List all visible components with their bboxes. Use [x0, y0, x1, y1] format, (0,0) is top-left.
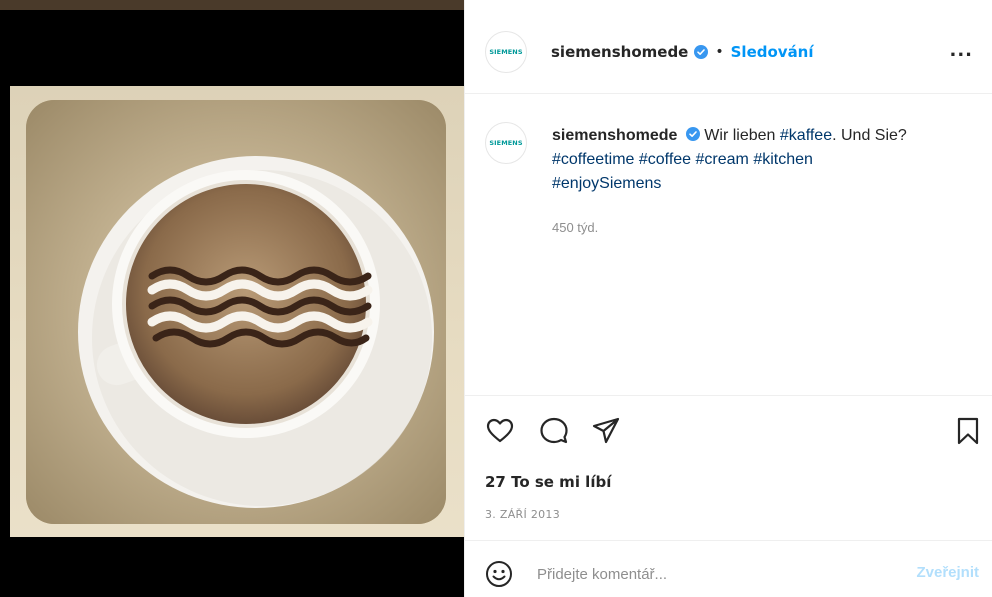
coffee-cup-illustration: [26, 100, 446, 524]
hashtag-link[interactable]: #coffeetime: [552, 151, 634, 168]
avatar-logo-text: SIEMENS: [489, 139, 523, 147]
author-avatar[interactable]: SIEMENS: [485, 30, 527, 73]
hashtag-link[interactable]: #kaffee: [780, 127, 832, 144]
caption-body-text: . Und Sie?: [832, 127, 907, 144]
like-heart-icon[interactable]: [485, 416, 515, 446]
separator-dot: •: [715, 43, 724, 60]
post-details-panel: SIEMENS siemenshomede • Sledování ... SI…: [464, 0, 992, 597]
hashtag-link[interactable]: #coffee: [639, 151, 691, 168]
author-username[interactable]: siemenshomede: [551, 43, 688, 61]
action-bar: [465, 395, 992, 469]
likes-count[interactable]: 27 To se mi líbí: [485, 473, 611, 491]
post-comment-button[interactable]: Zveřejnit: [916, 564, 979, 581]
caption-author-avatar[interactable]: SIEMENS: [485, 122, 527, 164]
emoji-smiley-icon[interactable]: [485, 560, 513, 588]
share-direct-icon[interactable]: [591, 416, 621, 446]
save-bookmark-icon[interactable]: [953, 416, 983, 446]
comment-bar: Zveřejnit: [465, 540, 992, 597]
following-button[interactable]: Sledování: [731, 43, 814, 61]
media-top-strip: [0, 0, 464, 10]
comment-input[interactable]: [537, 561, 877, 587]
avatar-logo-text: SIEMENS: [489, 47, 523, 56]
post-date[interactable]: 3. ZÁŘÍ 2013: [485, 508, 560, 521]
post-header: SIEMENS siemenshomede • Sledování ...: [465, 10, 992, 94]
comment-bubble-icon[interactable]: [539, 416, 569, 446]
caption-username[interactable]: siemenshomede: [552, 127, 677, 144]
verified-badge-icon: [694, 44, 709, 59]
caption-text: siemenshomede Wir lieben #kaffee. Und Si…: [552, 124, 982, 196]
coffee-photo: [26, 100, 446, 524]
hashtag-link[interactable]: #cream: [696, 151, 749, 168]
post-image[interactable]: [10, 86, 464, 537]
more-options-icon[interactable]: ...: [949, 40, 973, 61]
hashtag-link[interactable]: #enjoySiemens: [552, 175, 661, 192]
hashtag-link[interactable]: #kitchen: [753, 151, 813, 168]
post-media-area: [0, 0, 464, 597]
caption-timestamp[interactable]: 450 týd.: [552, 220, 598, 235]
verified-badge-icon: [685, 127, 700, 142]
caption-body-text: Wir lieben: [704, 127, 776, 144]
